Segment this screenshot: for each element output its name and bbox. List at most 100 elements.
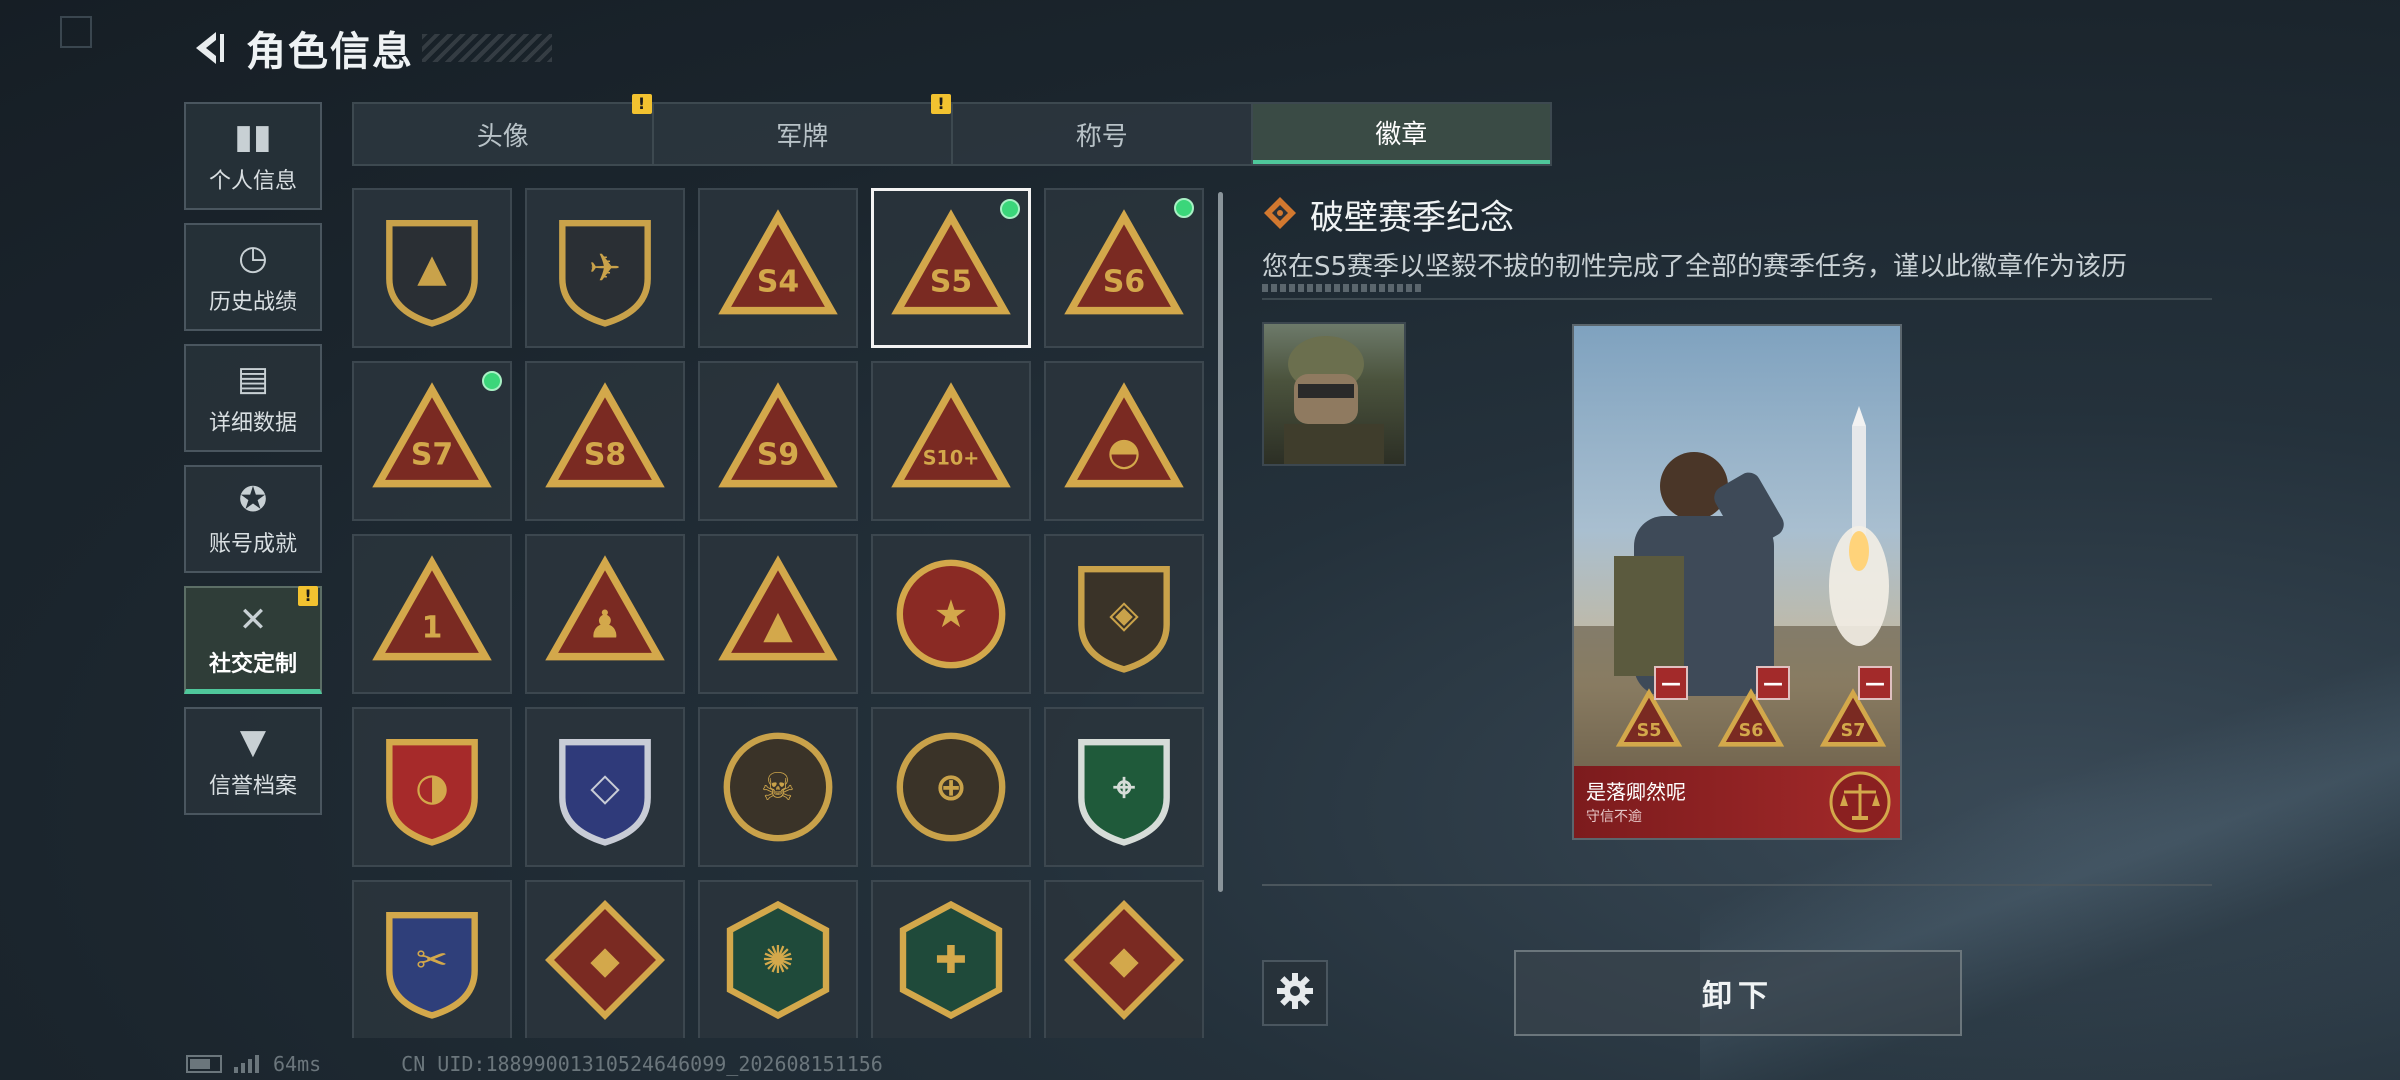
season-s8-badge[interactable]: S8 (525, 361, 685, 521)
svg-text:✺: ✺ (762, 938, 794, 983)
svg-text:◓: ◓ (1107, 429, 1141, 474)
season-s6-badge[interactable]: S6 (1044, 188, 1204, 348)
sidebar-nav: ▮▮ 个人信息 ◷ 历史战绩 ▤ 详细数据 ✪ 账号成就 ✕ 社交定制! ▼ 信誉档案 (184, 102, 322, 828)
history-clock-icon: ◷ (238, 238, 268, 278)
crosshair-skull-badge[interactable]: ⊕ (871, 707, 1031, 867)
tab-1[interactable]: 军牌! (654, 94, 953, 164)
title-decoration (422, 34, 552, 62)
achievement-medal-icon: ✪ (238, 480, 268, 520)
sidebar-item-1[interactable]: ◷ 历史战绩 (184, 223, 322, 331)
number-one-badge[interactable]: 1 (352, 534, 512, 694)
svg-text:▲: ▲ (763, 602, 793, 647)
sidebar-item-3[interactable]: ✪ 账号成就 (184, 465, 322, 573)
rocket-badge[interactable]: ▲ (698, 534, 858, 694)
triangle-emblem-badge[interactable]: ▲ (352, 188, 512, 348)
sidebar-item-label: 信誉档案 (208, 774, 297, 799)
tab-3[interactable]: 徽章 (1252, 104, 1550, 164)
status-bar: 64ms CN UID:1889900131052464609​9_202608… (186, 1052, 883, 1076)
new-indicator-dot (1174, 198, 1194, 218)
diamond-shield-badge[interactable]: ◇ (525, 707, 685, 867)
skull-scope-badge[interactable]: ☠ (698, 707, 858, 867)
new-indicator-dot (1000, 199, 1020, 219)
svg-text:★: ★ (934, 592, 968, 637)
unequip-button[interactable]: 卸下 (1514, 950, 1962, 1036)
helicopter-badge[interactable]: ✈ (525, 188, 685, 348)
remove-badge-button[interactable]: — (1756, 666, 1790, 700)
equipped-badge-slot[interactable]: S6 — (1716, 666, 1790, 747)
sidebar-item-label: 账号成就 (208, 532, 297, 557)
season-s9-badge[interactable]: S9 (698, 361, 858, 521)
tab-2[interactable]: 称号 (953, 104, 1253, 164)
squad-badge[interactable]: ♟ (525, 534, 685, 694)
badge-diamond-icon (1262, 195, 1298, 235)
medic-badge[interactable]: ✚ (871, 880, 1031, 1038)
data-folder-icon: ▤ (236, 359, 270, 399)
badge-preview-card: S5 — S6 — S7 — 是落卿然呢 守信不逾 (1572, 324, 1902, 840)
sidebar-item-label: 个人信息 (208, 169, 297, 194)
star-skull-badge[interactable]: ★ (871, 534, 1031, 694)
svg-text:S5: S5 (1637, 721, 1662, 741)
divider (1262, 884, 2212, 886)
svg-text:✂: ✂ (416, 938, 448, 983)
svg-text:S4: S4 (757, 264, 799, 299)
corner-frame (60, 16, 92, 48)
hornet-badge[interactable]: ✺ (698, 880, 858, 1038)
sidebar-item-4[interactable]: ✕ 社交定制! (184, 586, 322, 694)
page-title: 角色信息 (246, 29, 414, 75)
back-arrow-icon[interactable] (186, 24, 230, 72)
svg-text:▲: ▲ (417, 246, 447, 291)
season-s7-badge[interactable]: S7 (352, 361, 512, 521)
grid-scrollbar[interactable] (1218, 192, 1223, 892)
wolf-badge[interactable]: ◆ (525, 880, 685, 1038)
season-s4-badge[interactable]: S4 (698, 188, 858, 348)
svg-text:S6: S6 (1103, 264, 1145, 299)
rifle-scope-badge[interactable]: ⌖ (1044, 707, 1204, 867)
ping-readout: 64ms (273, 1052, 322, 1076)
svg-text:◇: ◇ (590, 765, 620, 810)
knife-scope-badge[interactable]: ✂ (352, 880, 512, 1038)
svg-text:◈: ◈ (1109, 592, 1139, 637)
badge-title: 破壁赛季纪念 (1310, 198, 1514, 238)
nest-badge[interactable]: ◓ (1044, 361, 1204, 521)
svg-text:S8: S8 (584, 437, 626, 472)
svg-text:S10+: S10+ (923, 446, 980, 469)
remove-badge-button[interactable]: — (1654, 666, 1688, 700)
svg-text:S6: S6 (1739, 721, 1764, 741)
badge-grid: ▲ ✈ S4 S5 S6 S7 S8 S9 S10+ ◓ 1 ♟ ▲ ★ ◈ ◑ ◇ ☠ ⊕ ⌖ ✂ ◆ ✺ ✚ ◆ (352, 188, 1204, 1038)
badge-description: 您在S5赛季以坚毅不拔的韧性完成了全部的赛季任务，谨以此徽章作为该历 (1262, 252, 2128, 282)
dragon-badge[interactable]: ◆ (1044, 880, 1204, 1038)
reputation-shield-icon: ▼ (239, 722, 267, 762)
scales-emblem-icon (1828, 770, 1892, 838)
player-name: 是落卿然呢 (1586, 780, 1686, 804)
warning-badge: ! (298, 586, 318, 606)
tab-0[interactable]: 头像! (354, 94, 654, 164)
gear-icon (1276, 972, 1314, 1014)
player-subtitle: 守信不逾 (1586, 809, 1642, 825)
detail-header: 破壁赛季纪念 (1262, 190, 1514, 239)
sidebar-item-0[interactable]: ▮▮ 个人信息 (184, 102, 322, 210)
svg-text:S9: S9 (757, 437, 799, 472)
new-indicator-dot (482, 371, 502, 391)
tab-label: 头像 (476, 121, 529, 152)
sidebar-item-2[interactable]: ▤ 详细数据 (184, 344, 322, 452)
season-s5-badge[interactable]: S5 (871, 188, 1031, 348)
sidebar-item-5[interactable]: ▼ 信誉档案 (184, 707, 322, 815)
remove-badge-button[interactable]: — (1858, 666, 1892, 700)
equipped-badge-slot[interactable]: S7 — (1818, 666, 1892, 747)
tab-label: 徽章 (1375, 119, 1428, 150)
preview-nameplate: 是落卿然呢 守信不逾 (1574, 766, 1900, 838)
season-s10-badge[interactable]: S10+ (871, 361, 1031, 521)
settings-button[interactable] (1262, 960, 1328, 1026)
sidebar-item-label: 历史战绩 (208, 290, 297, 315)
warning-badge: ! (631, 94, 652, 114)
bar-chart-icon: ▮▮ (234, 117, 272, 157)
page-header: 角色信息 (186, 22, 552, 75)
equipped-badge-slot[interactable]: S5 — (1614, 666, 1688, 747)
red-star-shield-badge[interactable]: ◑ (352, 707, 512, 867)
player-avatar[interactable] (1262, 322, 1406, 466)
battery-icon (186, 1055, 222, 1073)
uid-readout: CN UID:1889900131052464609​9_20260815115… (401, 1052, 883, 1076)
category-tabs: 头像! 军牌! 称号 徽章 (352, 94, 1552, 166)
svg-text:S7: S7 (411, 437, 453, 472)
chevron-shield-badge[interactable]: ◈ (1044, 534, 1204, 694)
